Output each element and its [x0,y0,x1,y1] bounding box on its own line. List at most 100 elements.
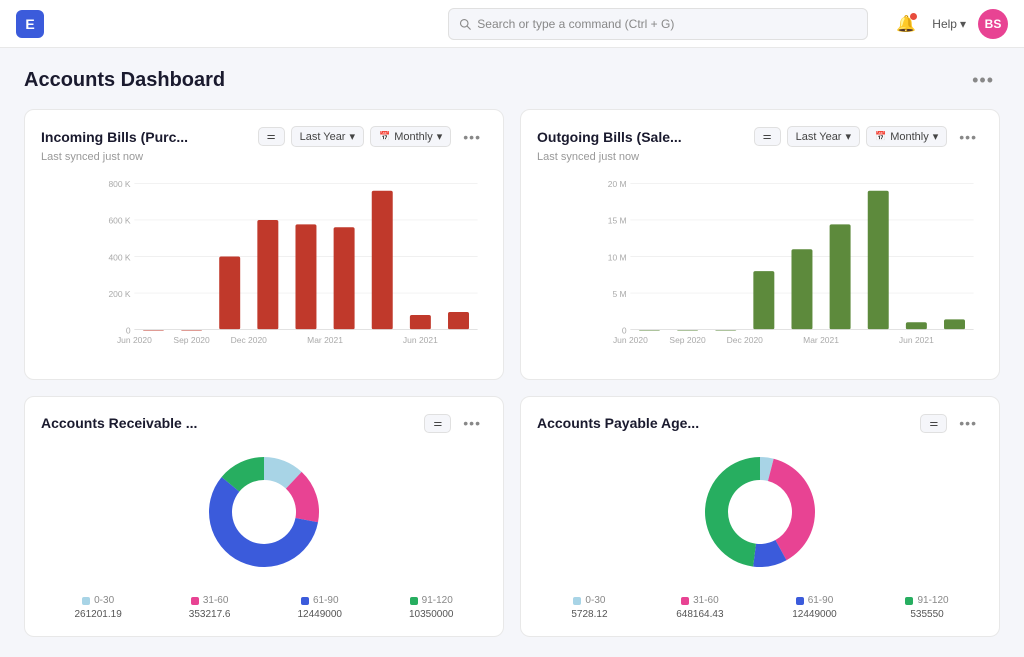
svg-text:800 K: 800 K [108,179,130,189]
svg-text:600 K: 600 K [108,216,130,226]
svg-text:15 M: 15 M [608,216,627,226]
incoming-last-year-button[interactable]: Last Year ▾ [291,126,364,147]
svg-text:20 M: 20 M [608,179,627,189]
receivable-legend: 0-30 261201.19 31-60 353217.6 61-90 12449000 9… [41,595,487,620]
filter-icon: ⚌ [763,131,772,142]
page-content: Accounts Dashboard ••• Incoming Bills (P… [0,48,1024,657]
filter-icon: ⚌ [929,418,938,429]
outgoing-bills-controls: ⚌ Last Year ▾ 📅 Monthly ▾ ••• [754,126,983,147]
legend-color-dot [905,597,913,605]
payable-filter-button[interactable]: ⚌ [920,414,947,433]
outgoing-monthly-button[interactable]: 📅 Monthly ▾ [866,126,947,147]
filter-icon: ⚌ [267,131,276,142]
svg-text:Mar 2021: Mar 2021 [803,335,839,345]
search-placeholder: Search or type a command (Ctrl + G) [477,17,674,31]
legend-range-label: 31-60 [693,595,719,606]
legend-item: 0-30 261201.19 [75,595,122,620]
svg-text:Dec 2020: Dec 2020 [727,335,764,345]
outgoing-more-button[interactable]: ••• [953,127,983,147]
payable-more-button[interactable]: ••• [953,413,983,433]
legend-item: 61-90 12449000 [792,595,837,620]
receivable-controls: ⚌ ••• [424,413,487,433]
outgoing-bills-title: Outgoing Bills (Sale... [537,129,754,145]
page-header: Accounts Dashboard ••• [24,68,1000,93]
legend-range-label: 91-120 [917,595,948,606]
topbar-right: 🔔 Help ▾ BS [892,9,1008,39]
topbar: E Search or type a command (Ctrl + G) 🔔 … [0,0,1024,48]
legend-item: 61-90 12449000 [298,595,343,620]
logo-icon: E [16,10,44,38]
notification-icon[interactable]: 🔔 [892,10,920,38]
legend-color-dot [681,597,689,605]
legend-color-dot [410,597,418,605]
svg-text:Jun 2021: Jun 2021 [899,335,934,345]
receivable-card: Accounts Receivable ... ⚌ ••• 0-30 261201… [24,396,504,637]
legend-item: 0-30 5728.12 [571,595,607,620]
legend-color-dot [191,597,199,605]
legend-range-label: 31-60 [203,595,229,606]
legend-color-dot [82,597,90,605]
legend-value: 5728.12 [571,609,607,620]
legend-value: 648164.43 [676,609,723,620]
payable-controls: ⚌ ••• [920,413,983,433]
legend-item: 91-120 535550 [905,595,948,620]
legend-value: 535550 [910,609,943,620]
legend-item: 31-60 353217.6 [189,595,231,620]
incoming-bills-card: Incoming Bills (Purc... ⚌ Last Year ▾ 📅 … [24,109,504,380]
svg-text:Sep 2020: Sep 2020 [173,335,210,345]
svg-text:Dec 2020: Dec 2020 [231,335,268,345]
payable-title: Accounts Payable Age... [537,415,920,431]
help-button[interactable]: Help ▾ [932,17,966,31]
legend-item: 91-120 10350000 [409,595,454,620]
notification-dot [910,13,917,20]
svg-text:Jun 2021: Jun 2021 [403,335,438,345]
dashboard-grid: Incoming Bills (Purc... ⚌ Last Year ▾ 📅 … [24,109,1000,637]
legend-range-label: 91-120 [422,595,453,606]
svg-text:Sep 2020: Sep 2020 [669,335,706,345]
incoming-chart: 0200 K400 K600 K800 KJun 2020Sep 2020Dec… [41,173,487,363]
legend-range-label: 0-30 [585,595,605,606]
incoming-monthly-button[interactable]: 📅 Monthly ▾ [370,126,451,147]
receivable-chart [41,437,487,587]
receivable-filter-button[interactable]: ⚌ [424,414,451,433]
svg-text:Jun 2020: Jun 2020 [117,335,152,345]
page-more-button[interactable]: ••• [966,68,1000,93]
legend-value: 10350000 [409,609,454,620]
avatar[interactable]: BS [978,9,1008,39]
legend-range-label: 0-30 [94,595,114,606]
search-bar[interactable]: Search or type a command (Ctrl + G) [448,8,868,40]
incoming-subtitle: Last synced just now [41,151,487,163]
legend-color-dot [573,597,581,605]
outgoing-bills-header: Outgoing Bills (Sale... ⚌ Last Year ▾ 📅 … [537,126,983,147]
legend-value: 12449000 [792,609,837,620]
legend-value: 12449000 [298,609,343,620]
svg-text:Jun 2020: Jun 2020 [613,335,648,345]
payable-card: Accounts Payable Age... ⚌ ••• 0-30 5728.1… [520,396,1000,637]
incoming-bills-title: Incoming Bills (Purc... [41,129,258,145]
outgoing-bills-card: Outgoing Bills (Sale... ⚌ Last Year ▾ 📅 … [520,109,1000,380]
payable-chart [537,437,983,587]
outgoing-last-year-button[interactable]: Last Year ▾ [787,126,860,147]
incoming-filter-button[interactable]: ⚌ [258,127,285,146]
incoming-more-button[interactable]: ••• [457,127,487,147]
search-icon [459,18,471,30]
outgoing-filter-button[interactable]: ⚌ [754,127,781,146]
receivable-title: Accounts Receivable ... [41,415,424,431]
legend-range-label: 61-90 [808,595,834,606]
legend-value: 261201.19 [75,609,122,620]
receivable-more-button[interactable]: ••• [457,413,487,433]
svg-text:5 M: 5 M [612,289,626,299]
payable-header: Accounts Payable Age... ⚌ ••• [537,413,983,433]
svg-text:10 M: 10 M [608,252,627,262]
outgoing-chart: 05 M10 M15 M20 MJun 2020Sep 2020Dec 2020… [537,173,983,363]
receivable-header: Accounts Receivable ... ⚌ ••• [41,413,487,433]
incoming-bills-controls: ⚌ Last Year ▾ 📅 Monthly ▾ ••• [258,126,487,147]
incoming-bills-header: Incoming Bills (Purc... ⚌ Last Year ▾ 📅 … [41,126,487,147]
legend-range-label: 61-90 [313,595,339,606]
page-title: Accounts Dashboard [24,69,225,92]
legend-color-dot [796,597,804,605]
legend-color-dot [301,597,309,605]
filter-icon: ⚌ [433,418,442,429]
legend-value: 353217.6 [189,609,231,620]
svg-text:200 K: 200 K [108,289,130,299]
